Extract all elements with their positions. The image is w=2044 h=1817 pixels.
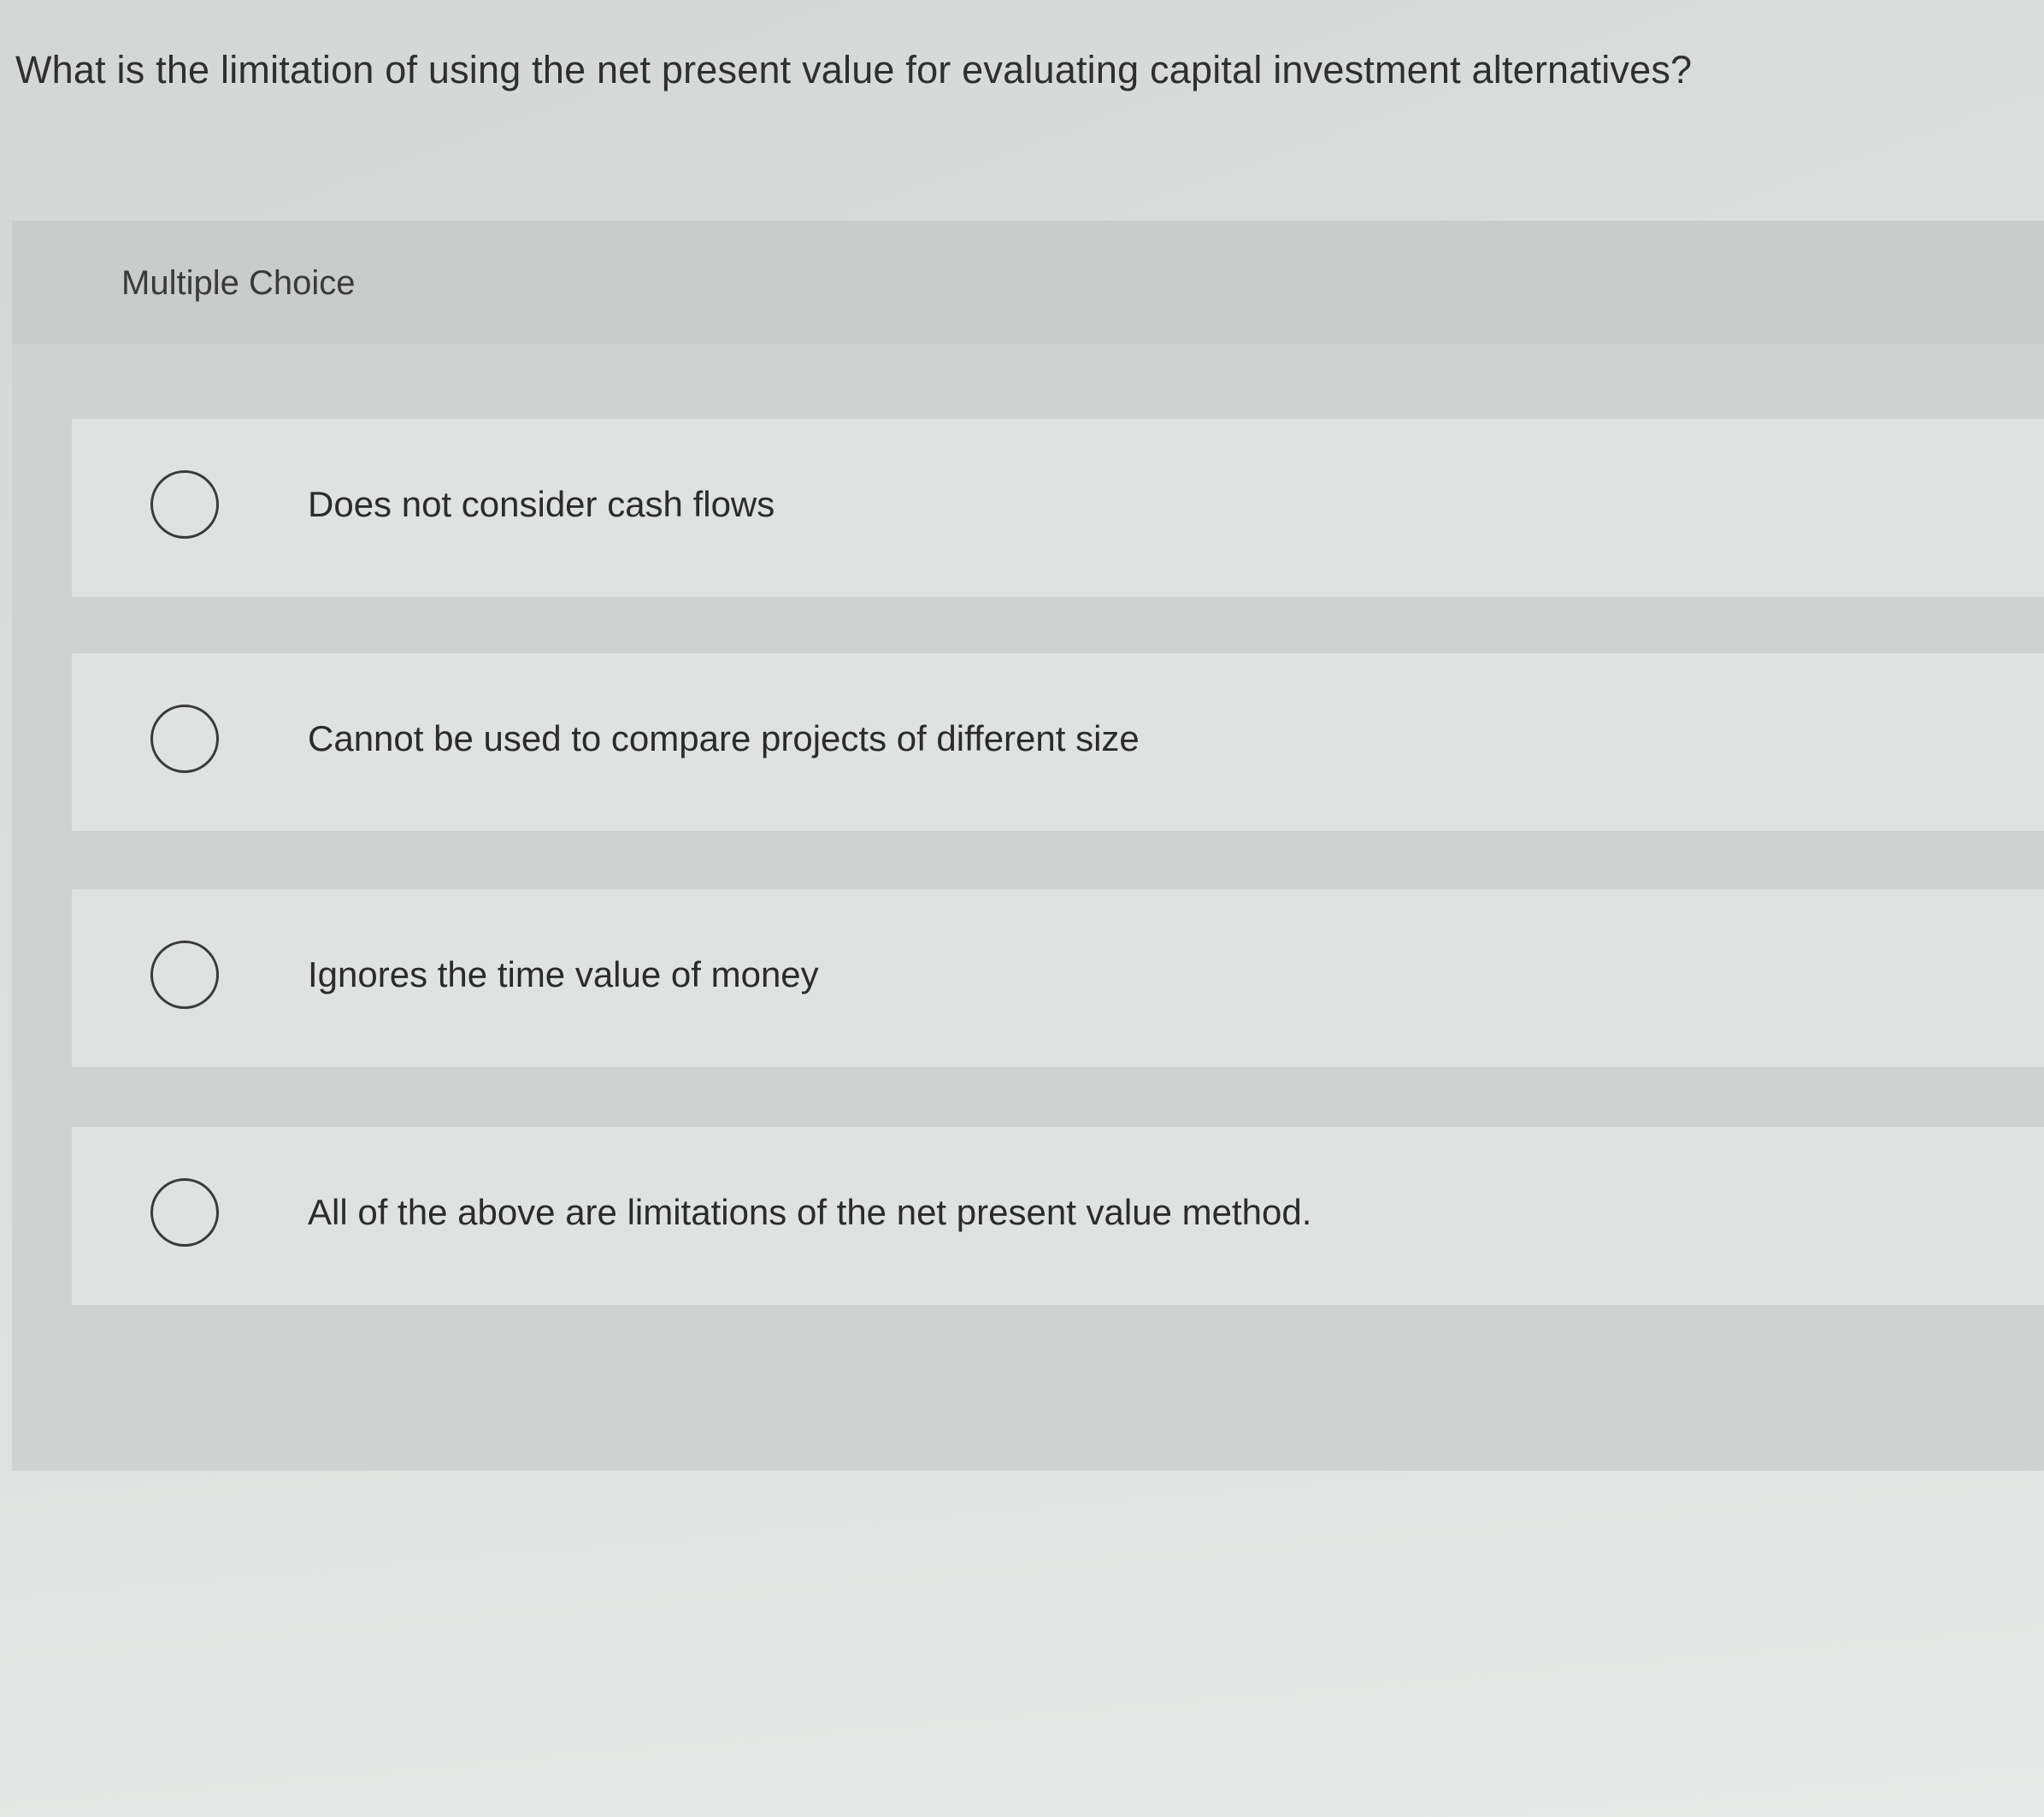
multiple-choice-header: Multiple Choice [12, 221, 2044, 344]
radio-unchecked-icon[interactable] [150, 1178, 219, 1247]
option-label: Does not consider cash flows [308, 484, 775, 524]
multiple-choice-panel: Multiple Choice Does not consider cash f… [12, 221, 2044, 1471]
multiple-choice-label: Multiple Choice [121, 264, 356, 302]
option-row-3[interactable]: Ignores the time value of money [72, 889, 2044, 1067]
page-bottom-area [0, 1471, 2044, 1817]
option-label: All of the above are limitations of the … [308, 1192, 1312, 1232]
radio-unchecked-icon[interactable] [150, 941, 219, 1009]
radio-unchecked-icon[interactable] [150, 470, 219, 539]
question-text: What is the limitation of using the net … [15, 48, 1693, 91]
option-row-2[interactable]: Cannot be used to compare projects of di… [72, 653, 2044, 831]
option-label: Ignores the time value of money [308, 954, 819, 994]
radio-unchecked-icon[interactable] [150, 705, 219, 773]
option-row-1[interactable]: Does not consider cash flows [72, 419, 2044, 597]
option-label: Cannot be used to compare projects of di… [308, 718, 1140, 758]
option-row-4[interactable]: All of the above are limitations of the … [72, 1127, 2044, 1305]
